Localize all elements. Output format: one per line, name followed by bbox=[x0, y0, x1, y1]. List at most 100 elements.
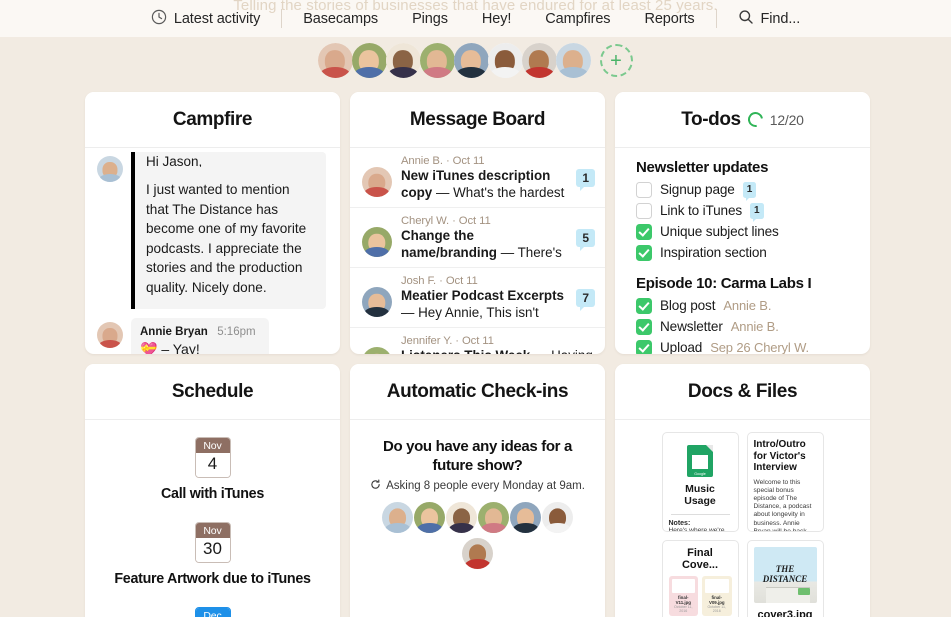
doc-tile-google-doc[interactable]: Google Music Usage Notes: Here's where w… bbox=[661, 432, 739, 532]
todo-label: Inspiration section bbox=[660, 245, 767, 260]
todo-item[interactable]: Blog post Annie B. bbox=[636, 295, 870, 316]
nav-item-basecamps[interactable]: Basecamps bbox=[286, 11, 395, 27]
todo-item[interactable]: Signup page 1 bbox=[636, 179, 870, 201]
message-excerpt: — Hey Annie, This isn't bbox=[401, 304, 539, 320]
campfire-header: Campfire bbox=[85, 92, 340, 148]
thumbnail[interactable]: final-V11.jpg October 11, 2016 bbox=[668, 576, 698, 616]
doc-tile-text-doc[interactable]: Intro/Outro for Victor's Interview Welco… bbox=[746, 432, 824, 532]
todo-group: Episode 10: Carma Labs I Blog post Annie… bbox=[636, 275, 870, 354]
todo-item[interactable]: Unique subject lines bbox=[636, 221, 870, 242]
list-item[interactable]: Jennifer Y. · Oct 11 Listeners This Week… bbox=[350, 328, 605, 354]
checkbox-checked-icon[interactable] bbox=[636, 339, 652, 354]
checkbox-checked-icon[interactable] bbox=[636, 244, 652, 261]
comment-count-badge: 1 bbox=[576, 169, 595, 191]
checkin-question: Do you have any ideas for a future show? bbox=[383, 438, 572, 474]
campfire-quote-text: I just wanted to mention that The Distan… bbox=[146, 182, 307, 295]
calendar-month: Dec bbox=[195, 608, 230, 617]
todo-item[interactable]: Upload Sep 26 Cheryl W. bbox=[636, 337, 870, 354]
docs-title: Docs & Files bbox=[687, 380, 798, 402]
todo-item[interactable]: Link to iTunes 1 bbox=[636, 200, 870, 222]
message-board-title: Message Board bbox=[409, 108, 546, 130]
card-automatic-checkins[interactable]: Automatic Check-ins Do you have any idea… bbox=[350, 364, 605, 617]
nav-divider-right bbox=[715, 9, 717, 28]
campfire-timestamp: 5:16pm bbox=[217, 326, 256, 338]
message-meta: Cheryl W. · Oct 11 bbox=[401, 215, 491, 227]
google-icon-label: Google bbox=[694, 472, 706, 476]
checkbox-checked-icon[interactable] bbox=[636, 318, 652, 335]
checkbox-unchecked-icon[interactable] bbox=[636, 202, 652, 219]
card-schedule[interactable]: Schedule Nov 4 Call with iTunes Nov 30 F… bbox=[85, 364, 340, 617]
schedule-event[interactable]: Nov 30 Feature Artwork due to iTunes bbox=[114, 522, 311, 587]
doc-preview-body: Welcome to this special bonus episode of… bbox=[753, 478, 812, 532]
nav-item-campfires[interactable]: Campfires bbox=[528, 11, 627, 27]
calendar-day: 4 bbox=[195, 453, 230, 477]
campfire-title: Campfire bbox=[172, 108, 253, 130]
list-item[interactable]: Cheryl W. · Oct 11 Change the name/brand… bbox=[350, 208, 605, 268]
doc-title: Intro/Outro for Victor's Interview bbox=[753, 439, 806, 473]
card-docs-files[interactable]: Docs & Files Google Music Usage Notes: H… bbox=[615, 364, 870, 617]
nav-item-reports[interactable]: Reports bbox=[627, 11, 711, 27]
message-excerpt: — What's the hardest bbox=[436, 184, 565, 200]
thumbnail[interactable]: final-V09.jpg October 11, 2016 bbox=[702, 576, 732, 616]
calendar-day: 30 bbox=[195, 538, 230, 562]
todo-item[interactable]: Newsletter Annie B. bbox=[636, 316, 870, 337]
list-item[interactable]: Annie B. · Oct 11 New iTunes description… bbox=[350, 148, 605, 208]
avatar[interactable] bbox=[382, 502, 413, 533]
schedule-event[interactable]: Nov 4 Call with iTunes bbox=[161, 437, 264, 502]
avatar[interactable] bbox=[385, 43, 421, 78]
checkin-participants-row bbox=[364, 502, 591, 533]
thumbnail-date: October 11, 2016 bbox=[673, 605, 693, 613]
message-meta: Jennifer Y. · Oct 11 bbox=[401, 335, 494, 347]
avatar[interactable] bbox=[462, 538, 493, 569]
schedule-event[interactable]: Dec 1 Interview with Dan bbox=[152, 607, 272, 617]
todo-label: Newsletter bbox=[660, 319, 723, 334]
avatar[interactable] bbox=[351, 43, 387, 78]
message-meta: Josh F. · Oct 11 bbox=[401, 275, 478, 287]
todos-body: Newsletter updates Signup page 1 Link to… bbox=[615, 148, 870, 354]
doc-tile-cover-grid[interactable]: Final Cove... final-V11.jpg October 11, … bbox=[661, 540, 739, 617]
avatar[interactable] bbox=[487, 43, 523, 78]
avatar[interactable] bbox=[521, 43, 557, 78]
avatar[interactable] bbox=[419, 43, 455, 78]
nav-item-pings[interactable]: Pings bbox=[395, 11, 465, 27]
checkin-schedule-note: Asking 8 people every Monday at 9am. bbox=[386, 480, 585, 492]
doc-tile-image[interactable]: THE DISTANCE cover3.jpg October 11, 2016 bbox=[746, 540, 824, 617]
progress-ring-icon bbox=[744, 109, 766, 130]
checkbox-checked-icon[interactable] bbox=[636, 223, 652, 240]
todo-label: Link to iTunes bbox=[660, 203, 743, 218]
schedule-event-label: Call with iTunes bbox=[161, 486, 264, 502]
avatar[interactable] bbox=[555, 43, 591, 78]
thumbnail-date: October 11, 2016 bbox=[707, 605, 726, 613]
nav-item-find[interactable]: Find... bbox=[721, 9, 818, 29]
avatar bbox=[362, 167, 392, 197]
nav-item-hey[interactable]: Hey! bbox=[465, 11, 528, 27]
card-message-board[interactable]: Message Board Annie B. · Oct 11 New iTun… bbox=[350, 92, 605, 354]
dashboard-card-grid: Campfire Hi Jason, I just wanted to ment… bbox=[85, 92, 880, 617]
todo-group-title: Episode 10: Carma Labs I bbox=[636, 275, 812, 292]
card-campfire[interactable]: Campfire Hi Jason, I just wanted to ment… bbox=[85, 92, 340, 354]
message-title: Listeners This Week bbox=[401, 348, 530, 354]
avatar[interactable] bbox=[510, 502, 541, 533]
checkin-participants-row-2 bbox=[364, 538, 591, 569]
schedule-title: Schedule bbox=[171, 380, 254, 402]
campfire-cut-line: Hi Jason, bbox=[146, 155, 203, 167]
avatar[interactable] bbox=[317, 43, 353, 78]
avatar[interactable] bbox=[453, 43, 489, 78]
avatar[interactable] bbox=[478, 502, 509, 533]
avatar[interactable] bbox=[542, 502, 573, 533]
avatar[interactable] bbox=[414, 502, 445, 533]
plus-icon: + bbox=[610, 49, 622, 72]
list-item[interactable]: Josh F. · Oct 11 Meatier Podcast Excerpt… bbox=[350, 268, 605, 328]
checkbox-checked-icon[interactable] bbox=[636, 297, 652, 314]
refresh-icon bbox=[370, 479, 381, 493]
card-todos[interactable]: To-dos 12/20 Newsletter updates Signup p… bbox=[615, 92, 870, 354]
app-root: Telling the stories of businesses that h… bbox=[0, 0, 951, 617]
todo-assignee: Annie B. bbox=[730, 319, 779, 334]
avatar[interactable] bbox=[446, 502, 477, 533]
add-person-button[interactable]: + bbox=[599, 44, 633, 77]
cover-image-text: THE DISTANCE bbox=[762, 564, 808, 584]
checkbox-unchecked-icon[interactable] bbox=[636, 181, 652, 198]
nav-item-latest-activity[interactable]: Latest activity bbox=[134, 9, 277, 29]
thumbnail-name: final-V11.jpg bbox=[675, 595, 691, 605]
todo-item[interactable]: Inspiration section bbox=[636, 242, 870, 263]
